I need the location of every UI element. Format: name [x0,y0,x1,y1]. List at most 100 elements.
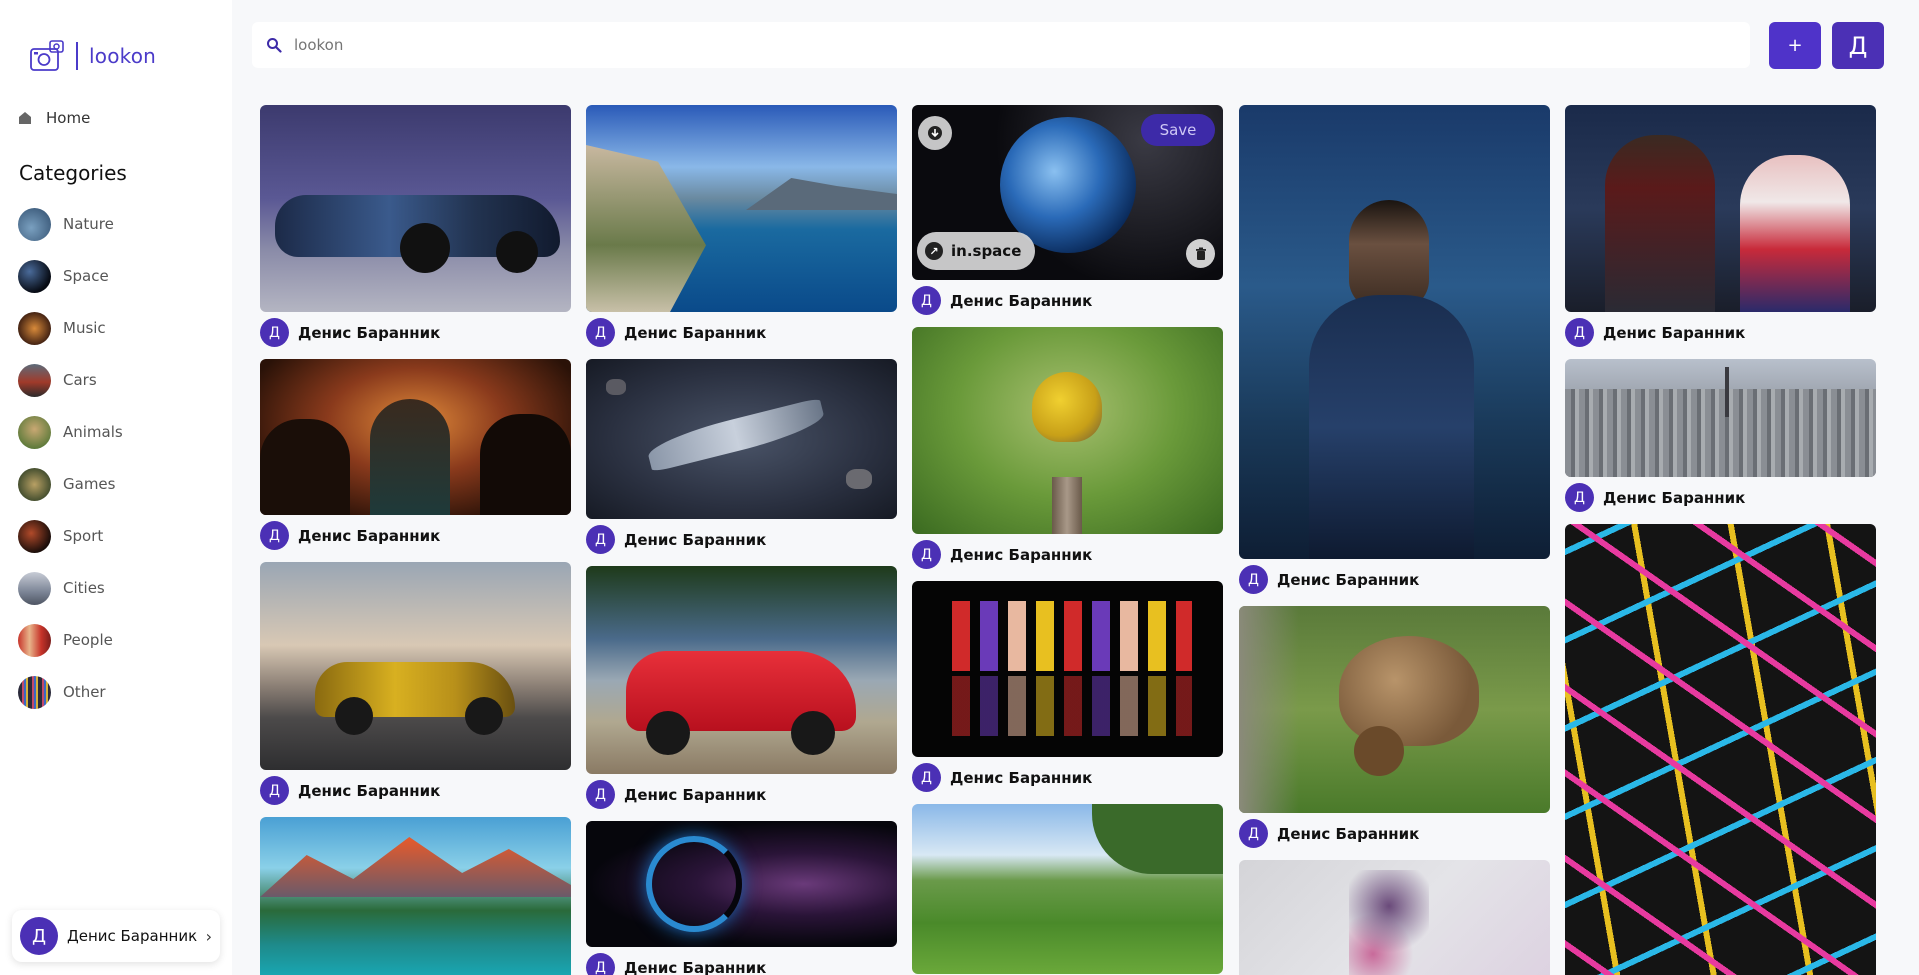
category-music[interactable]: Music [18,311,123,345]
pin-image[interactable] [260,359,571,515]
category-other[interactable]: Other [18,675,123,709]
category-music-label: Music [63,319,106,337]
pin-card: Д Денис Баранник [912,581,1223,792]
sidebar: lookon Home Categories Nature Space Musi… [0,0,232,975]
external-link-icon: ↗ [925,242,943,260]
author-avatar: Д [1239,819,1268,848]
pin-author[interactable]: Д Денис Баранник [586,525,897,554]
pin-card: Д Денис Баранник [586,566,897,809]
pin-author[interactable]: Д Денис Баранник [912,540,1223,569]
download-button[interactable] [918,116,952,150]
logo-text: lookon [89,44,157,68]
pin-card: Д Денис Баранник [1565,359,1876,512]
category-music-thumb [18,311,51,345]
camera-icon [30,40,64,71]
save-button[interactable]: Save [1141,114,1215,146]
author-avatar: Д [1565,318,1594,347]
author-avatar: Д [912,763,941,792]
author-name: Денис Баранник [298,781,441,800]
category-people[interactable]: People [18,623,123,657]
pin-card [1239,860,1550,975]
nav-home-label: Home [46,109,91,127]
pin-card: Д Денис Баранник [1239,105,1550,594]
author-avatar: Д [586,525,615,554]
search-bar[interactable] [252,22,1750,68]
pin-image[interactable] [1565,524,1876,975]
pin-card: Д Денис Баранник [912,327,1223,569]
pin-image[interactable] [1239,105,1550,559]
pin-author[interactable]: Д Денис Баранник [912,286,1223,315]
pin-image[interactable] [912,804,1223,974]
author-avatar: Д [260,521,289,550]
add-pin-button[interactable]: + [1769,22,1821,69]
pin-author[interactable]: Д Денис Баранник [260,776,571,805]
pin-image[interactable] [586,359,897,519]
download-icon [928,126,942,140]
author-avatar: Д [912,286,941,315]
home-icon [19,112,31,124]
pin-author[interactable]: Д Денис Баранник [912,763,1223,792]
nav-home[interactable]: Home [18,109,90,127]
pin-image[interactable] [260,105,571,312]
pin-author[interactable]: Д Денис Баранник [586,318,897,347]
pin-image[interactable] [260,817,571,975]
pin-image[interactable] [1239,860,1550,975]
user-avatar: Д [20,917,58,955]
category-cities[interactable]: Cities [18,571,123,605]
pin-card [260,817,571,975]
category-nature[interactable]: Nature [18,207,123,241]
pin-image[interactable] [586,821,897,947]
logo[interactable]: lookon [30,40,156,72]
category-list: Nature Space Music Cars Animals Games Sp… [18,207,123,727]
pin-author[interactable]: Д Денис Баранник [1565,483,1876,512]
category-animals-thumb [18,415,51,449]
pin-image[interactable] [1239,606,1550,813]
pin-image[interactable] [260,562,571,770]
author-avatar: Д [1239,565,1268,594]
author-name: Денис Баранник [624,785,767,804]
pin-image[interactable] [586,105,897,312]
category-people-label: People [63,631,113,649]
author-avatar: Д [586,953,615,975]
pin-card [912,804,1223,974]
category-games[interactable]: Games [18,467,123,501]
pin-author[interactable]: Д Денис Баранник [260,318,571,347]
pin-author[interactable]: Д Денис Баранник [260,521,571,550]
search-input[interactable] [294,36,1694,54]
pin-author[interactable]: Д Денис Баранник [1239,565,1550,594]
pin-image[interactable] [912,581,1223,757]
pin-card: Д Денис Баранник [1565,105,1876,347]
pin-image[interactable] [586,566,897,774]
pin-author[interactable]: Д Денис Баранник [1565,318,1876,347]
pin-author[interactable]: Д Денис Баранник [586,953,897,975]
user-menu[interactable]: Д Денис Баранник › [12,910,220,962]
category-other-thumb [18,675,51,709]
author-name: Денис Баранник [1277,570,1420,589]
pin-card: Д Денис Баранник [586,105,897,347]
pin-image[interactable] [1565,105,1876,312]
author-name: Денис Баранник [1603,488,1746,507]
pin-image-hovered[interactable]: Save ↗ in.space [912,105,1223,280]
category-animals[interactable]: Animals [18,415,123,449]
category-sport[interactable]: Sport [18,519,123,553]
author-avatar: Д [586,318,615,347]
profile-button[interactable]: Д [1832,22,1884,69]
author-name: Денис Баранник [950,768,1093,787]
author-avatar: Д [912,540,941,569]
delete-button[interactable] [1186,239,1215,268]
pin-author[interactable]: Д Денис Баранник [586,780,897,809]
category-cars[interactable]: Cars [18,363,123,397]
pin-image[interactable] [1565,359,1876,477]
pin-column-4: Д Денис Баранник Д Денис Баранник [1239,105,1550,975]
pin-card: Д Денис Баранник [260,562,571,805]
author-name: Денис Баранник [950,545,1093,564]
category-nature-label: Nature [63,215,114,233]
author-name: Денис Баранник [298,323,441,342]
category-space[interactable]: Space [18,259,123,293]
pin-card: Д Денис Баранник [260,105,571,347]
pin-image[interactable] [912,327,1223,534]
pin-author[interactable]: Д Денис Баранник [1239,819,1550,848]
pin-card: Д Денис Баранник [586,359,897,554]
source-link[interactable]: ↗ in.space [917,232,1036,270]
author-name: Денис Баранник [950,291,1093,310]
